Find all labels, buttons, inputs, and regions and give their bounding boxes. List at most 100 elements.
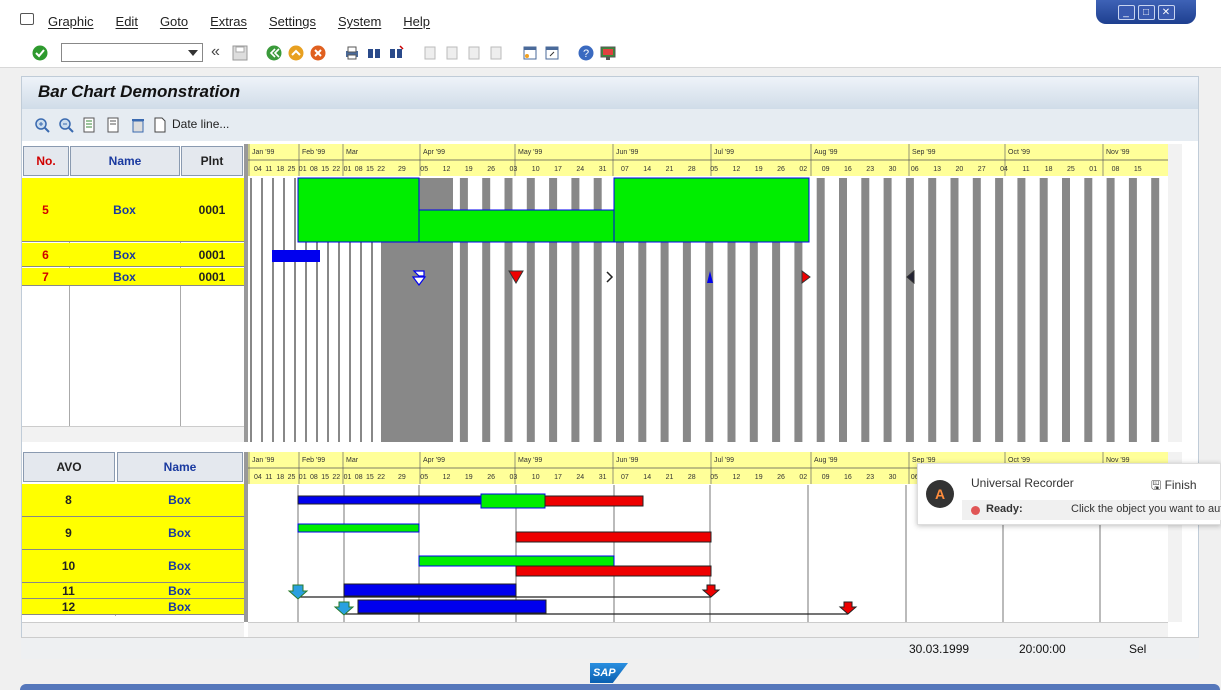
timeline-day-label: 24 bbox=[576, 474, 584, 481]
create-session-icon[interactable] bbox=[522, 45, 538, 61]
recorder-popup: A Universal Recorder 🖫 Finish Ready: Cli… bbox=[917, 463, 1221, 525]
calendar-stripe bbox=[283, 178, 285, 442]
chart-bar bbox=[272, 250, 320, 262]
minimize-button[interactable]: _ bbox=[1117, 4, 1135, 20]
menu-edit[interactable]: Edit bbox=[116, 14, 138, 29]
layout-icon[interactable] bbox=[106, 117, 122, 133]
header-no[interactable]: No. bbox=[23, 146, 69, 176]
application-toolbar: Date line... bbox=[22, 109, 1198, 141]
timeline-day-label: 02 bbox=[799, 166, 807, 173]
timeline-day-label: 05 bbox=[710, 166, 718, 173]
close-button[interactable]: ✕ bbox=[1157, 4, 1175, 20]
sap-logo: SAP bbox=[590, 663, 628, 683]
timeline-day-label: 11 bbox=[1022, 166, 1029, 173]
delete-icon[interactable] bbox=[130, 117, 146, 133]
shortcut-icon[interactable] bbox=[544, 45, 560, 61]
timeline-day-label: 07 bbox=[621, 166, 629, 173]
timeline-day-label: 08 bbox=[310, 166, 318, 173]
chevron-down-icon[interactable] bbox=[188, 50, 198, 56]
header-name-bottom[interactable]: Name bbox=[117, 452, 243, 482]
chart-bar bbox=[418, 555, 615, 567]
menu-help[interactable]: Help bbox=[403, 14, 430, 29]
menu-goto[interactable]: Goto bbox=[160, 14, 188, 29]
header-name[interactable]: Name bbox=[70, 146, 180, 176]
menu-icon[interactable] bbox=[20, 13, 34, 25]
exit-icon[interactable] bbox=[288, 45, 304, 61]
date-line-button[interactable]: Date line... bbox=[172, 117, 229, 131]
details-icon[interactable] bbox=[82, 117, 98, 133]
timeline-day-label: 20 bbox=[956, 166, 964, 173]
zoom-out-icon[interactable] bbox=[58, 117, 74, 133]
recorder-message: Click the object you want to auto bbox=[1071, 503, 1221, 515]
timeline-day-label: 22 bbox=[332, 166, 340, 173]
timeline-month-label: Jul '99 bbox=[714, 457, 734, 464]
calendar-stripe bbox=[1062, 178, 1070, 442]
last-page-icon[interactable] bbox=[488, 45, 504, 61]
cell-avo: 8 bbox=[65, 493, 72, 507]
chart-bar bbox=[357, 599, 547, 614]
top-chart: Jan '99 Feb '99 Mar Apr '99 May '99 Jun '99 Ju… bbox=[248, 144, 1168, 442]
chart-bar bbox=[297, 523, 420, 533]
status-mode: Sel bbox=[1129, 642, 1147, 656]
status-bar: 30.03.1999 20:00:00 Sel bbox=[21, 637, 1199, 659]
table-row[interactable]: 7 Box 0001 bbox=[22, 268, 244, 286]
timeline-day-label: 18 bbox=[276, 474, 284, 481]
document-icon[interactable] bbox=[154, 117, 166, 133]
timeline-day-label: 19 bbox=[465, 474, 473, 481]
table-row[interactable]: 11 Box bbox=[22, 583, 244, 599]
timeline-day-label: 22 bbox=[377, 166, 385, 173]
top-grid-hscroll[interactable] bbox=[22, 426, 244, 442]
next-page-icon[interactable] bbox=[466, 45, 482, 61]
table-row[interactable]: 6 Box 0001 bbox=[22, 243, 244, 267]
table-row[interactable]: 10 Box bbox=[22, 550, 244, 583]
command-field[interactable] bbox=[61, 43, 203, 62]
finish-button[interactable]: 🖫 Finish bbox=[1151, 476, 1197, 497]
menu-graphic[interactable]: Graphic bbox=[48, 14, 94, 29]
chart-bar bbox=[297, 495, 482, 505]
calendar-stripe bbox=[1084, 178, 1093, 442]
header-avo[interactable]: AVO bbox=[23, 452, 115, 482]
menu-system[interactable]: System bbox=[338, 14, 381, 29]
previous-page-icon[interactable] bbox=[444, 45, 460, 61]
find-next-icon[interactable] bbox=[388, 45, 404, 61]
header-plnt[interactable]: Plnt bbox=[181, 146, 243, 176]
enter-check-icon[interactable] bbox=[32, 45, 48, 61]
bottom-grid-hscroll[interactable] bbox=[22, 622, 244, 638]
table-row[interactable]: 8 Box bbox=[22, 484, 244, 517]
timeline-day-label: 05 bbox=[710, 474, 718, 481]
cell-name: Box bbox=[168, 526, 191, 540]
cell-name: Box bbox=[113, 202, 136, 217]
timeline-month-label: Feb '99 bbox=[302, 457, 325, 464]
timeline-day-label: 17 bbox=[554, 166, 562, 173]
find-icon[interactable] bbox=[366, 45, 382, 61]
customize-layout-icon[interactable] bbox=[600, 45, 616, 61]
save-icon[interactable] bbox=[232, 45, 248, 61]
timeline-day-label: 09 bbox=[822, 166, 830, 173]
calendar-stripe bbox=[1128, 178, 1137, 442]
menu-extras[interactable]: Extras bbox=[210, 14, 247, 29]
collapse-button[interactable]: « bbox=[211, 43, 220, 61]
top-chart-vscroll[interactable] bbox=[1168, 144, 1182, 442]
timeline-month-label: Oct '99 bbox=[1008, 149, 1030, 156]
calendar-stripe bbox=[250, 178, 252, 442]
back-icon[interactable] bbox=[266, 45, 282, 61]
menu-settings[interactable]: Settings bbox=[269, 14, 316, 29]
table-row[interactable]: 5 Box 0001 bbox=[22, 178, 244, 242]
table-row[interactable]: 9 Box bbox=[22, 517, 244, 550]
timeline-day-label: 16 bbox=[844, 166, 852, 173]
timeline-day-label: 08 bbox=[310, 474, 318, 481]
timeline-day-label: 18 bbox=[1045, 166, 1053, 173]
print-icon[interactable] bbox=[344, 45, 360, 61]
chart-bar bbox=[613, 177, 810, 243]
calendar-stripe bbox=[1106, 178, 1115, 442]
maximize-button[interactable]: □ bbox=[1137, 4, 1155, 20]
table-row[interactable]: 12 Box bbox=[22, 599, 244, 615]
first-page-icon[interactable] bbox=[422, 45, 438, 61]
cell-avo: 9 bbox=[65, 526, 72, 540]
zoom-in-icon[interactable] bbox=[34, 117, 50, 133]
calendar-stripe bbox=[861, 178, 870, 442]
bottom-chart-hscroll[interactable] bbox=[248, 622, 1168, 638]
cancel-icon[interactable] bbox=[310, 45, 326, 61]
chart-bar bbox=[343, 583, 517, 597]
help-icon[interactable]: ? bbox=[578, 45, 594, 61]
